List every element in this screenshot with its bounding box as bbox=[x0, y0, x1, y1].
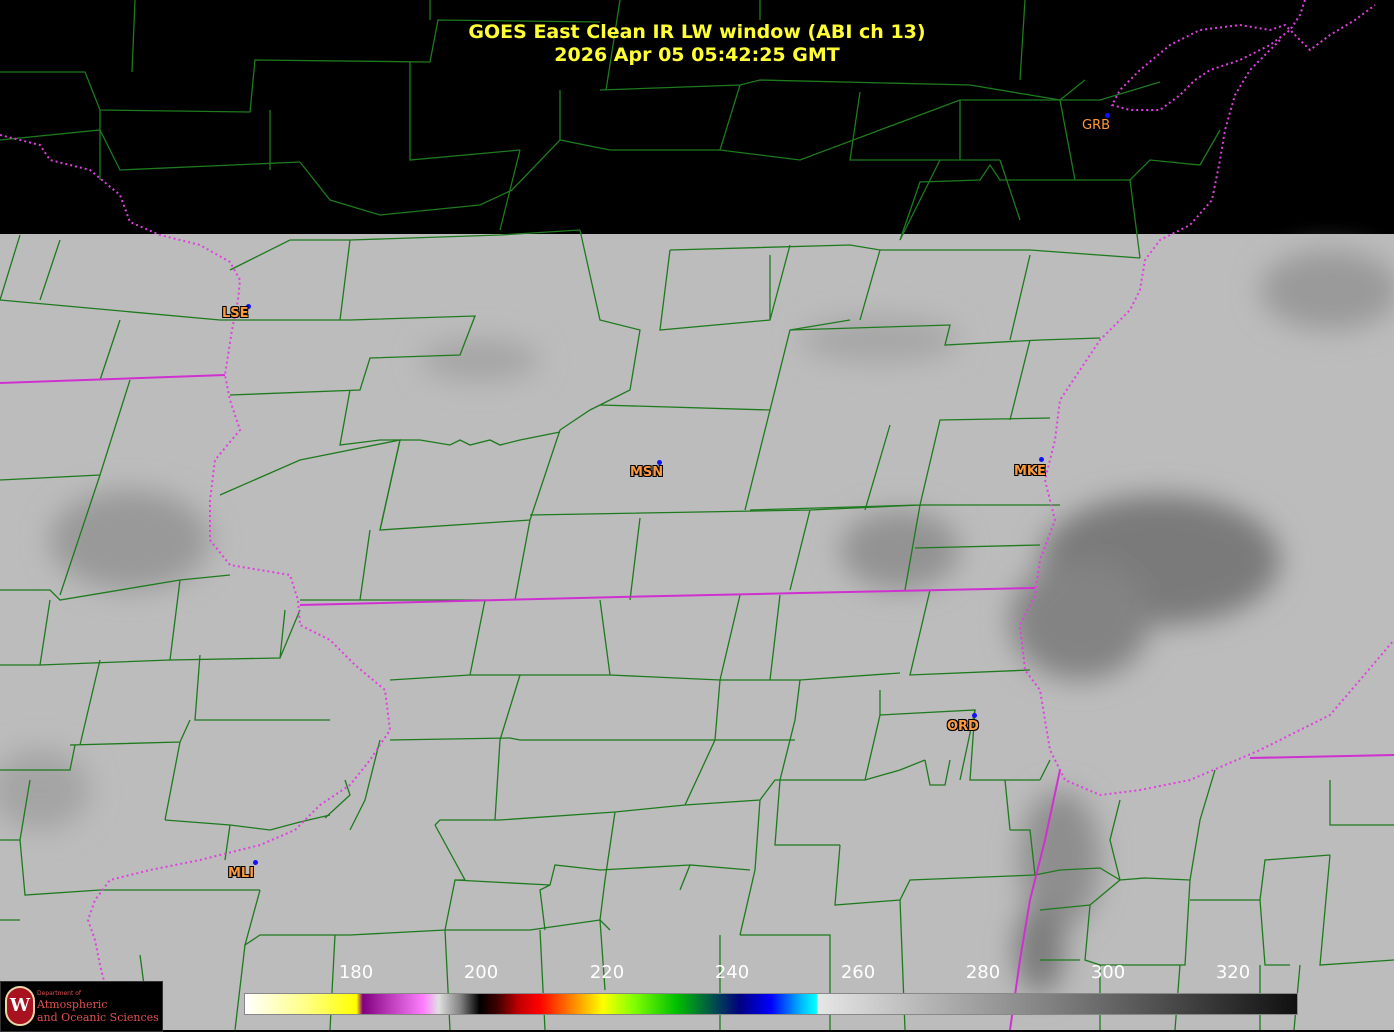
city-label-grb: GRB bbox=[1082, 118, 1111, 133]
colorbar-tick: 300 bbox=[1090, 962, 1126, 983]
city-dot-mke bbox=[1039, 457, 1044, 462]
colorbar-tick: 260 bbox=[840, 962, 876, 983]
satellite-map bbox=[0, 0, 1394, 1030]
city-label-ord: ORD bbox=[947, 719, 979, 734]
aos-logo: W Department of Atmospheric and Oceanic … bbox=[0, 981, 163, 1032]
city-label-msn: MSN bbox=[630, 465, 664, 480]
colorbar-tick: 280 bbox=[965, 962, 1001, 983]
ir-imagery bbox=[0, 234, 1394, 1030]
colorbar-tick: 240 bbox=[714, 962, 750, 983]
city-label-mke: MKE bbox=[1014, 464, 1046, 479]
city-dot-ord bbox=[972, 713, 977, 718]
logo-dept: Department of bbox=[37, 990, 81, 997]
logo-name-1: Atmospheric bbox=[37, 998, 108, 1011]
temperature-colorbar bbox=[244, 993, 1298, 1015]
uw-seal-icon: W bbox=[5, 986, 35, 1026]
colorbar-tick: 180 bbox=[338, 962, 374, 983]
colorbar-tick: 320 bbox=[1215, 962, 1251, 983]
map-timestamp: 2026 Apr 05 05:42:25 GMT bbox=[554, 44, 840, 66]
colorbar-tick: 200 bbox=[463, 962, 499, 983]
logo-name-2: and Oceanic Sciences bbox=[37, 1011, 159, 1024]
city-dot-mli bbox=[253, 860, 258, 865]
colorbar-tick: 220 bbox=[589, 962, 625, 983]
city-label-mli: MLI bbox=[228, 866, 255, 881]
city-label-lse: LSE bbox=[222, 306, 249, 321]
map-title: GOES East Clean IR LW window (ABI ch 13) bbox=[468, 21, 926, 43]
